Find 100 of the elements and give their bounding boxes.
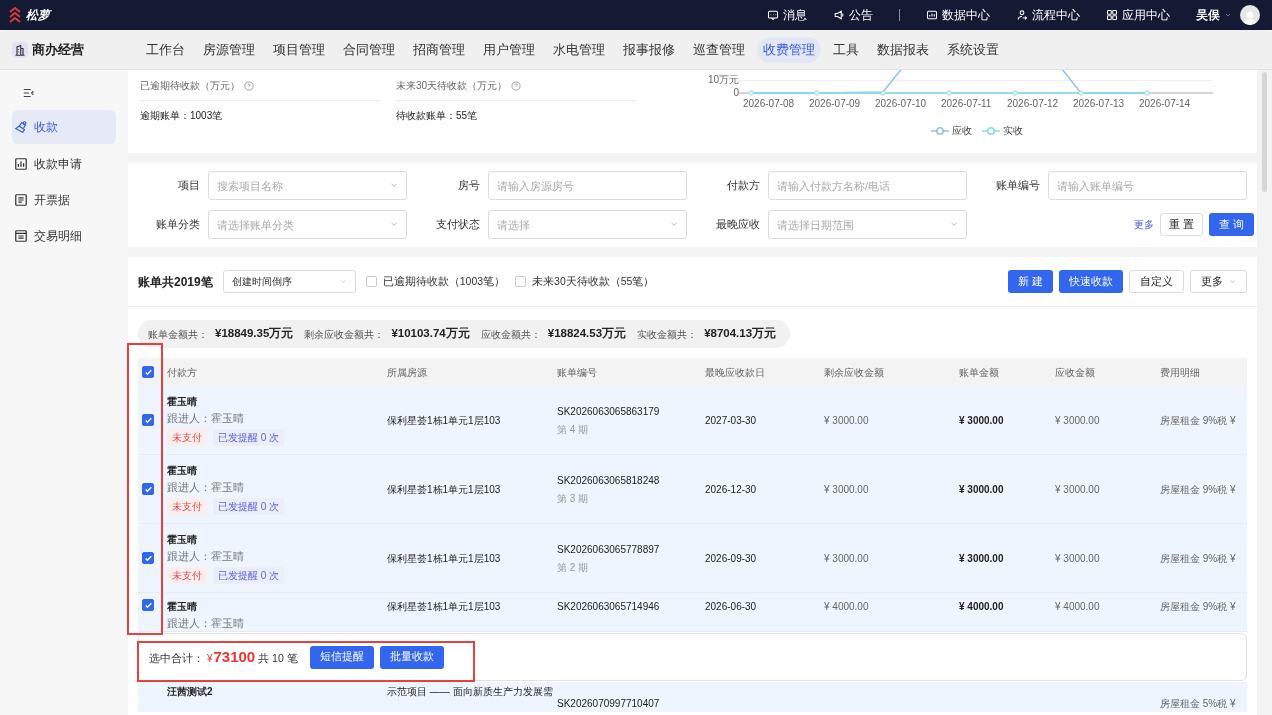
- checkbox[interactable]: [142, 599, 154, 611]
- brand-name: 松萝: [26, 7, 50, 24]
- table-cell-text: 示范项目 —— 面向新质生产力发展需: [387, 685, 554, 699]
- select-field[interactable]: 请选择: [488, 210, 687, 239]
- bill-count-title: 账单共2019笔: [138, 273, 213, 291]
- list-document-icon: [14, 229, 28, 243]
- sidebar-item[interactable]: 交易明细: [12, 220, 116, 252]
- table-cell-text: 保利星荟1栋1单元1层103: [387, 482, 502, 497]
- search-button[interactable]: 查 询: [1208, 213, 1254, 236]
- table-cell-text: 房屋租金 9%税 ¥: [1160, 482, 1237, 497]
- toolbar-button[interactable]: 新 建: [1007, 270, 1053, 293]
- nav-tab[interactable]: 用户管理: [477, 36, 541, 63]
- sidebar-item[interactable]: 开票据: [12, 184, 116, 216]
- top-link[interactable]: 公告: [833, 6, 873, 24]
- toolbar-button[interactable]: 更多: [1190, 270, 1247, 293]
- select-field[interactable]: 请选择账单分类: [208, 210, 407, 239]
- axis-label: 2026-07-10: [875, 97, 927, 111]
- column-header: 账单金额: [959, 365, 999, 380]
- checkbox[interactable]: [142, 366, 154, 378]
- column-header: 费用明细: [1160, 365, 1200, 380]
- filter-label: 付款方: [727, 178, 760, 194]
- input-field[interactable]: 请输入房源房号: [488, 171, 687, 200]
- payer-name: 霍玉晴: [167, 600, 198, 614]
- filter-label: 房号: [458, 178, 480, 194]
- nav-tab[interactable]: 房源管理: [197, 36, 261, 63]
- filter-checkbox[interactable]: 未来30天待收款（55笔）: [515, 273, 655, 290]
- axis-label: 2026-07-13: [1073, 97, 1125, 111]
- select-field[interactable]: 请选择日期范围: [768, 210, 967, 239]
- input-field[interactable]: 请输入账单编号: [1048, 171, 1247, 200]
- action-button[interactable]: 批量收款: [379, 645, 444, 669]
- payer-name: 汪茜测试2: [167, 685, 214, 699]
- nav-tab[interactable]: 招商管理: [407, 36, 471, 63]
- summary-value: ¥10103.74万元: [391, 326, 470, 342]
- select-field[interactable]: 搜索项目名称: [208, 171, 407, 200]
- table-cell-text: 2026-06-30: [705, 600, 758, 614]
- status-tag: 已发提醒 0 次: [213, 429, 285, 447]
- top-link[interactable]: 消息: [767, 6, 807, 24]
- help-icon: [511, 80, 522, 91]
- user-menu[interactable]: 吴俣: [1196, 6, 1232, 24]
- top-link[interactable]: 流程中心: [1016, 6, 1080, 24]
- toolbar-button[interactable]: 自定义: [1129, 270, 1184, 293]
- table-cell-text: 房屋租金 5%税 ¥: [1160, 697, 1237, 711]
- axis-label: 10万元: [707, 73, 739, 86]
- summary-label: 账单金额共：: [148, 327, 208, 342]
- checkbox[interactable]: [142, 414, 154, 426]
- follower-text: 跟进人：霍玉晴: [167, 548, 245, 564]
- summary-label: 剩余应收金额共：: [304, 327, 385, 342]
- nav-tab[interactable]: 合同管理: [337, 36, 401, 63]
- form-chart-icon: [14, 157, 28, 171]
- nav-tab[interactable]: 工作台: [140, 36, 191, 63]
- table-cell-text: ¥ 4000.00: [1055, 600, 1101, 614]
- chevron-logo-icon: [8, 6, 22, 24]
- bill-number: SK2026063065778897: [557, 542, 661, 557]
- top-link[interactable]: 数据中心: [926, 6, 990, 24]
- period-text: 第 4 期: [557, 422, 590, 437]
- checkbox[interactable]: [142, 483, 154, 495]
- help-icon: [244, 80, 254, 91]
- nav-tab[interactable]: 巡查管理: [687, 36, 751, 63]
- period-text: 第 2 期: [557, 560, 590, 575]
- table-cell-text: ¥ 3000.00: [824, 413, 870, 428]
- bill-number: SK2026063065863179: [557, 404, 661, 419]
- collapse-menu-icon: [22, 86, 36, 100]
- top-link[interactable]: 应用中心: [1106, 6, 1170, 24]
- sort-select[interactable]: 创建时间倒序: [222, 270, 356, 293]
- checkbox[interactable]: [142, 552, 154, 564]
- scrollbar-thumb[interactable]: [1262, 72, 1267, 192]
- column-header: 账单编号: [557, 365, 597, 380]
- table-cell-text: 2027-03-30: [705, 413, 758, 428]
- chart-screen-icon: [926, 9, 938, 21]
- nav-tab[interactable]: 项目管理: [267, 36, 331, 63]
- sidebar-item[interactable]: 收款: [12, 110, 116, 144]
- nav-tab[interactable]: 报事报修: [617, 36, 681, 63]
- nav-tab[interactable]: 水电管理: [547, 36, 611, 63]
- nav-tab[interactable]: 收费管理: [757, 36, 821, 63]
- filter-label: 账单分类: [156, 217, 200, 233]
- module-title: 商办经营: [32, 40, 84, 59]
- column-header: 所属房源: [387, 365, 427, 380]
- action-button[interactable]: 短信提醒: [309, 645, 374, 669]
- input-field[interactable]: 请输入付款方名称/电话: [768, 171, 967, 200]
- more-link[interactable]: 更多: [1133, 217, 1154, 232]
- toolbar-button[interactable]: 快速收款: [1059, 270, 1123, 293]
- table-cell-text: ¥ 3000.00: [959, 413, 1005, 428]
- status-tag: 已发提醒 0 次: [213, 498, 285, 516]
- grid-icon: [1106, 9, 1118, 21]
- summary-label: 实收金额共：: [637, 327, 698, 342]
- axis-label: 2026-07-09: [809, 97, 861, 111]
- sidebar-item[interactable]: 收款申请: [12, 148, 116, 180]
- table-cell-text: 2026-09-30: [705, 551, 758, 566]
- summary-label: 应收金额共：: [480, 327, 541, 342]
- filter-checkbox[interactable]: 已逾期待收款（1003笔）: [365, 273, 506, 290]
- caret-icon: [339, 278, 347, 285]
- status-tag: 未支付: [167, 498, 207, 516]
- nav-tab[interactable]: 系统设置: [941, 36, 1005, 63]
- reset-button[interactable]: 重 置: [1159, 213, 1203, 236]
- nav-tab[interactable]: 数据报表: [871, 36, 935, 63]
- nav-tab[interactable]: 工具: [827, 36, 865, 63]
- status-tag: 未支付: [167, 429, 207, 447]
- table-cell-text: ¥ 4000.00: [824, 600, 870, 614]
- summary-value: ¥18824.53万元: [547, 326, 627, 342]
- axis-label: 2026-07-08: [743, 97, 795, 111]
